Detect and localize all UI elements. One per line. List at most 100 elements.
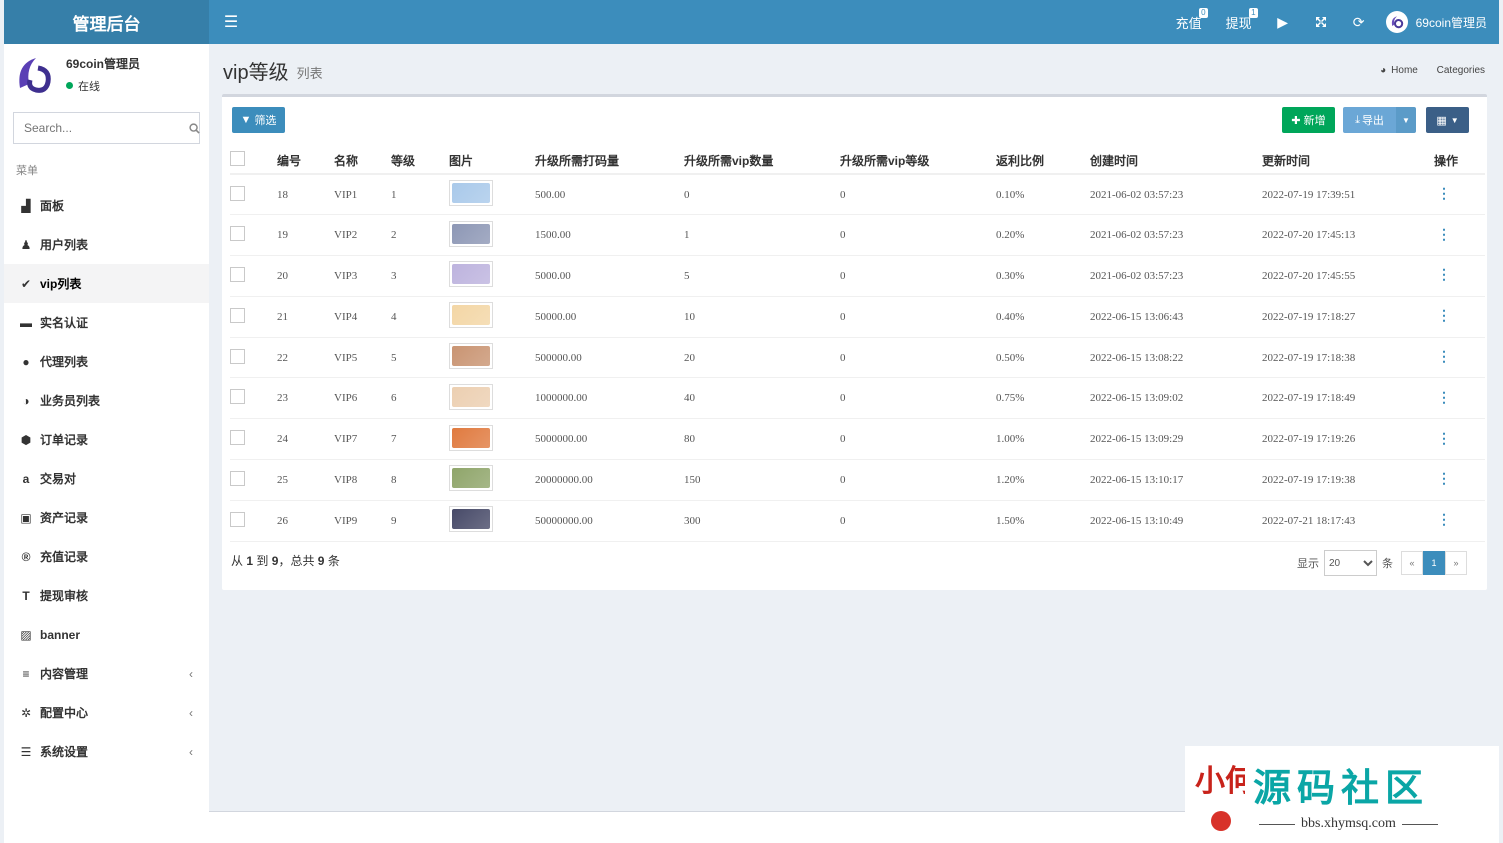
vip-card-image xyxy=(452,305,490,326)
row-checkbox[interactable] xyxy=(230,470,245,486)
header-name[interactable]: 名称 xyxy=(334,147,391,175)
sidebar-item-11[interactable]: ▨ banner xyxy=(4,615,209,654)
vip-card-image xyxy=(452,468,490,489)
header-bet-required[interactable]: 升级所需打码量 xyxy=(535,147,684,175)
export-button[interactable]: ⤓ 导出 xyxy=(1343,107,1396,133)
header-level[interactable]: 等级 xyxy=(391,147,449,175)
fullscreen-button[interactable] xyxy=(1302,0,1340,44)
columns-toggle-button[interactable]: ▦ ▼ xyxy=(1426,107,1469,133)
row-actions-menu-icon[interactable]: ⋮ xyxy=(1434,187,1451,202)
cell-rebate: 1.50% xyxy=(996,500,1090,542)
summary-prefix: 从 xyxy=(231,554,244,568)
sidebar-item-6[interactable]: ⬢ 订单记录 xyxy=(4,420,209,459)
sidebar-item-3[interactable]: ▬ 实名认证 xyxy=(4,303,209,342)
add-button[interactable]: ✚ 新增 xyxy=(1282,107,1335,133)
row-checkbox[interactable] xyxy=(230,266,245,282)
prev-page-button[interactable]: « xyxy=(1401,551,1423,575)
row-actions-menu-icon[interactable]: ⋮ xyxy=(1434,350,1451,365)
sidebar-item-7[interactable]: a 交易对 xyxy=(4,459,209,498)
cell-vip-level: 0 xyxy=(840,459,996,501)
row-checkbox[interactable] xyxy=(230,389,245,405)
table-row: 19 VIP2 2 1500.00 1 0 0.20% 2021-06-02 03:57:23… xyxy=(230,214,1485,257)
cell-name: VIP1 xyxy=(334,174,391,216)
vip-card-thumbnail[interactable] xyxy=(449,506,493,533)
sidebar-item-label: 内容管理 xyxy=(40,667,89,681)
row-checkbox[interactable] xyxy=(230,307,245,323)
sidebar-item-13[interactable]: ✲ 配置中心 ‹ xyxy=(4,693,209,732)
row-checkbox[interactable] xyxy=(230,348,245,364)
row-checkbox[interactable] xyxy=(230,226,245,242)
summary-total-word: ，总共 xyxy=(278,554,315,568)
vip-card-thumbnail[interactable] xyxy=(449,383,493,410)
header-updated[interactable]: 更新时间 xyxy=(1262,147,1434,175)
vip-card-thumbnail[interactable] xyxy=(449,302,493,329)
header-vip-level-required[interactable]: 升级所需vip等级 xyxy=(840,147,996,175)
sidebar-item-10[interactable]: T 提现审核 xyxy=(4,576,209,615)
sidebar-item-12[interactable]: ≡ 内容管理 ‹ xyxy=(4,654,209,693)
row-checkbox[interactable] xyxy=(230,185,245,201)
sidebar-item-label: 实名认证 xyxy=(40,316,89,330)
row-actions-menu-icon[interactable]: ⋮ xyxy=(1434,391,1451,406)
divider xyxy=(1259,823,1295,825)
vip-card-thumbnail[interactable] xyxy=(449,180,493,207)
refresh-button[interactable]: ⟳ xyxy=(1340,0,1378,44)
company-logo xyxy=(19,58,51,93)
user-menu[interactable]: 69coin管理员 xyxy=(1378,0,1499,44)
vip-card-thumbnail[interactable] xyxy=(449,343,493,370)
brand-logo[interactable]: 管理后台 xyxy=(4,0,209,44)
recharge-button[interactable]: 充值 0 xyxy=(1164,0,1214,44)
cell-updated: 2022-07-19 17:18:27 xyxy=(1262,296,1434,338)
sidebar-item-label: 面板 xyxy=(40,199,65,213)
page-1-button[interactable]: 1 xyxy=(1423,551,1445,575)
cell-bet: 500.00 xyxy=(535,174,684,216)
row-actions-menu-icon[interactable]: ⋮ xyxy=(1434,472,1451,487)
row-select-cell xyxy=(230,214,277,257)
cell-vip-level: 0 xyxy=(840,377,996,420)
breadcrumb-home-link[interactable]: Home xyxy=(1391,65,1418,76)
play-button[interactable]: ▶ xyxy=(1264,0,1302,44)
cell-created: 2021-06-02 03:57:23 xyxy=(1090,255,1262,297)
header-created[interactable]: 创建时间 xyxy=(1090,147,1262,175)
sidebar-item-1[interactable]: ♟ 用户列表 xyxy=(4,225,209,264)
cube-icon: ⬢ xyxy=(20,432,32,447)
cell-vip-count: 40 xyxy=(684,377,840,420)
cell-rebate: 0.40% xyxy=(996,296,1090,338)
filter-button[interactable]: ▼ 筛选 xyxy=(232,107,285,133)
vip-card-thumbnail[interactable] xyxy=(449,261,493,288)
search-input[interactable] xyxy=(14,113,189,143)
header-rebate[interactable]: 返利比例 xyxy=(996,147,1090,175)
sidebar-item-4[interactable]: ● 代理列表 xyxy=(4,342,209,381)
row-checkbox[interactable] xyxy=(230,430,245,446)
vip-card-thumbnail[interactable] xyxy=(449,220,493,247)
sidebar-item-5[interactable]: ◑ 业务员列表 xyxy=(4,381,209,420)
page-size-label: 显示 xyxy=(1297,558,1319,570)
header-id[interactable]: 编号 xyxy=(277,147,334,175)
row-checkbox[interactable] xyxy=(230,511,245,527)
cell-level: 3 xyxy=(391,255,449,297)
export-dropdown-button[interactable]: ▼ xyxy=(1396,107,1416,133)
header-vip-count-required[interactable]: 升级所需vip数量 xyxy=(684,147,840,175)
search-icon[interactable] xyxy=(189,122,200,134)
row-actions-menu-icon[interactable]: ⋮ xyxy=(1434,513,1451,528)
next-page-button[interactable]: » xyxy=(1445,551,1467,575)
sidebar-item-0[interactable]: ▟ 面板 xyxy=(4,186,209,225)
row-actions-menu-icon[interactable]: ⋮ xyxy=(1434,228,1451,243)
sidebar-item-8[interactable]: ▣ 资产记录 xyxy=(4,498,209,537)
sidebar-item-label: 用户列表 xyxy=(40,238,89,252)
sidebar-item-2[interactable]: ✔ vip列表 xyxy=(4,264,209,303)
vip-card-thumbnail[interactable] xyxy=(449,424,493,451)
page-size-select[interactable]: 20 xyxy=(1324,550,1377,576)
row-actions-menu-icon[interactable]: ⋮ xyxy=(1434,309,1451,324)
sidebar-search xyxy=(13,112,200,144)
withdraw-button[interactable]: 提现 1 xyxy=(1214,0,1264,44)
sidebar-item-14[interactable]: ☰ 系统设置 ‹ xyxy=(4,732,209,771)
select-all-checkbox[interactable] xyxy=(230,151,245,166)
cell-rebate: 1.20% xyxy=(996,459,1090,501)
expand-icon xyxy=(1315,17,1326,27)
row-actions-menu-icon[interactable]: ⋮ xyxy=(1434,432,1451,447)
sidebar-item-9[interactable]: ® 充值记录 xyxy=(4,537,209,576)
row-actions-menu-icon[interactable]: ⋮ xyxy=(1434,268,1451,283)
sidebar-toggle-button[interactable]: ☰ xyxy=(221,0,241,44)
cell-updated: 2022-07-19 17:39:51 xyxy=(1262,174,1434,216)
vip-card-thumbnail[interactable] xyxy=(449,465,493,492)
